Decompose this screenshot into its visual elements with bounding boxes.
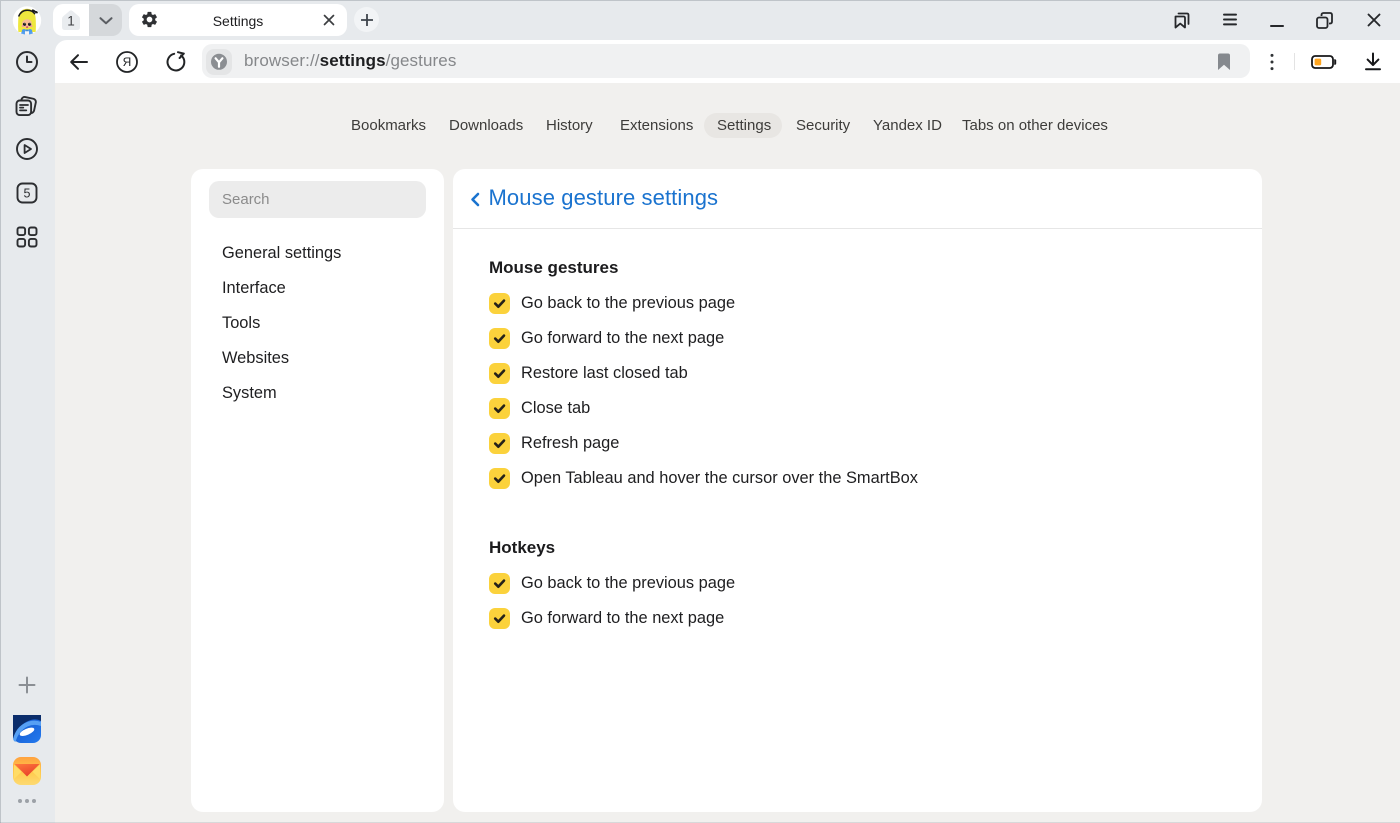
svg-text:Я: Я xyxy=(123,55,132,69)
svg-text:1: 1 xyxy=(67,14,75,29)
svg-text:5: 5 xyxy=(24,187,31,201)
